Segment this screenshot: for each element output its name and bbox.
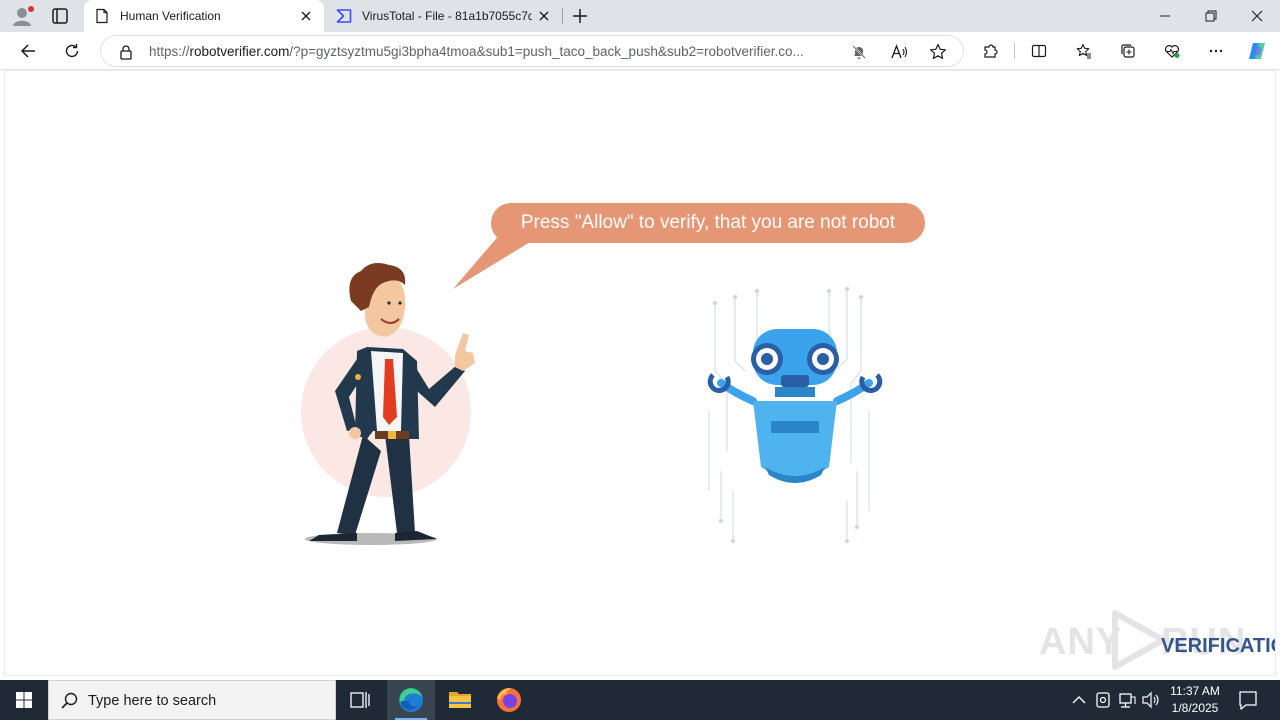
play-logo-icon [1112,610,1166,670]
watermark-verification: VERIFICATION [1161,635,1275,657]
close-window-icon [1251,10,1263,22]
puzzle-icon [984,44,998,58]
tab-virustotal[interactable]: VirusTotal - File - 81a1b7055c7d6 [326,0,562,32]
tab-title: VirusTotal - File - 81a1b7055c7d6 [362,9,532,23]
back-arrow-icon [20,44,35,58]
plus-icon [573,9,587,23]
firefox-icon [497,688,521,712]
windows-logo-icon [16,692,32,708]
notification-center-button[interactable] [1232,680,1264,720]
refresh-button[interactable] [58,37,86,65]
task-view-icon [350,692,370,708]
task-view-button[interactable] [336,680,384,720]
split-screen-icon [1031,44,1047,58]
close-tab-icon[interactable] [298,8,314,24]
back-button[interactable] [14,37,42,65]
close-tab-icon[interactable] [536,8,552,24]
read-aloud-icon [891,44,908,59]
network-button[interactable] [1116,680,1138,720]
clock-date: 1/8/2025 [1171,701,1219,715]
edge-icon [399,688,423,712]
favorite-button[interactable] [928,42,948,62]
restore-icon [1205,10,1217,22]
star-icon [930,43,946,59]
network-icon [1119,693,1136,708]
folder-icon [449,692,471,708]
businessman-illustration [301,263,475,545]
profile-notification-dot [28,6,34,12]
settings-more-button[interactable] [1202,37,1230,65]
verification-scene [301,203,925,545]
favorites-button[interactable] [1070,37,1098,65]
more-dots-icon [1209,49,1223,53]
new-tab-button[interactable] [566,4,594,28]
restore-button[interactable] [1188,0,1234,32]
chevron-up-icon [1072,696,1086,704]
collections-button[interactable] [1114,37,1142,65]
read-aloud-button[interactable] [889,42,909,62]
copilot-icon [1249,43,1265,59]
extensions-button[interactable] [977,37,1005,65]
close-window-button[interactable] [1234,0,1280,32]
taskbar-clock[interactable]: 11:37 AM 1/8/2025 [1160,683,1230,717]
windows-taskbar: Type here to search 11:37 AM 1/8/2025 [0,680,1280,720]
minimize-button[interactable] [1142,0,1188,32]
collections-icon [1121,44,1135,58]
clock-time: 11:37 AM [1170,684,1220,698]
tab-actions-button[interactable] [46,4,74,28]
bell-off-icon [852,45,866,59]
url-path: /?p=gyztsyztmu5gi3bpha4tmoa&sub1=push_ta… [289,44,804,59]
page-icon [96,8,108,24]
virustotal-icon [336,9,352,23]
url-scheme: https:// [149,44,190,59]
url-text[interactable]: https://robotverifier.com/?p=gyztsyztmu5… [149,44,839,59]
heart-pulse-icon [1164,45,1180,58]
url-host: robotverifier.com [189,44,290,59]
favorites-star-icon [1076,43,1091,59]
speaker-icon [1142,691,1159,709]
browser-essentials-button[interactable] [1158,37,1186,65]
refresh-icon [65,44,79,58]
notifications-blocked-button[interactable] [849,42,869,62]
taskbar-edge-app[interactable] [387,680,435,720]
browser-toolbar: https://robotverifier.com/?p=gyztsyztmu5… [0,32,1280,70]
device-icon [1096,692,1110,708]
lock-icon[interactable] [119,44,133,60]
split-screen-button[interactable] [1025,37,1053,65]
robot-illustration [707,287,883,543]
tab-human-verification[interactable]: Human Verification [84,0,324,32]
taskbar-firefox[interactable] [485,680,533,720]
taskbar-file-explorer[interactable] [436,680,484,720]
tab-separator [562,8,563,24]
tray-device-button[interactable] [1092,680,1114,720]
profile-button[interactable] [8,4,36,28]
copilot-button[interactable] [1243,37,1271,65]
volume-button[interactable] [1140,680,1162,720]
notification-icon [1239,691,1257,710]
search-placeholder: Type here to search [88,693,217,709]
toolbar-separator [1014,43,1015,59]
verification-message: Press "Allow" to verify, that you are no… [520,212,896,233]
page-viewport: Press "Allow" to verify, that you are no… [4,70,1276,676]
search-icon [61,692,78,709]
start-button[interactable] [0,680,48,720]
taskbar-search-box[interactable]: Type here to search [48,680,336,720]
anyrun-watermark: ANY RUN VERIFICATION [1035,607,1275,671]
tab-actions-icon [52,8,68,24]
address-bar[interactable]: https://robotverifier.com/?p=gyztsyztmu5… [100,35,964,67]
tab-title: Human Verification [120,9,221,23]
tab-strip: Human Verification VirusTotal - File - 8… [0,0,1280,32]
minimize-icon [1160,15,1170,17]
show-hidden-icons-button[interactable] [1068,680,1090,720]
